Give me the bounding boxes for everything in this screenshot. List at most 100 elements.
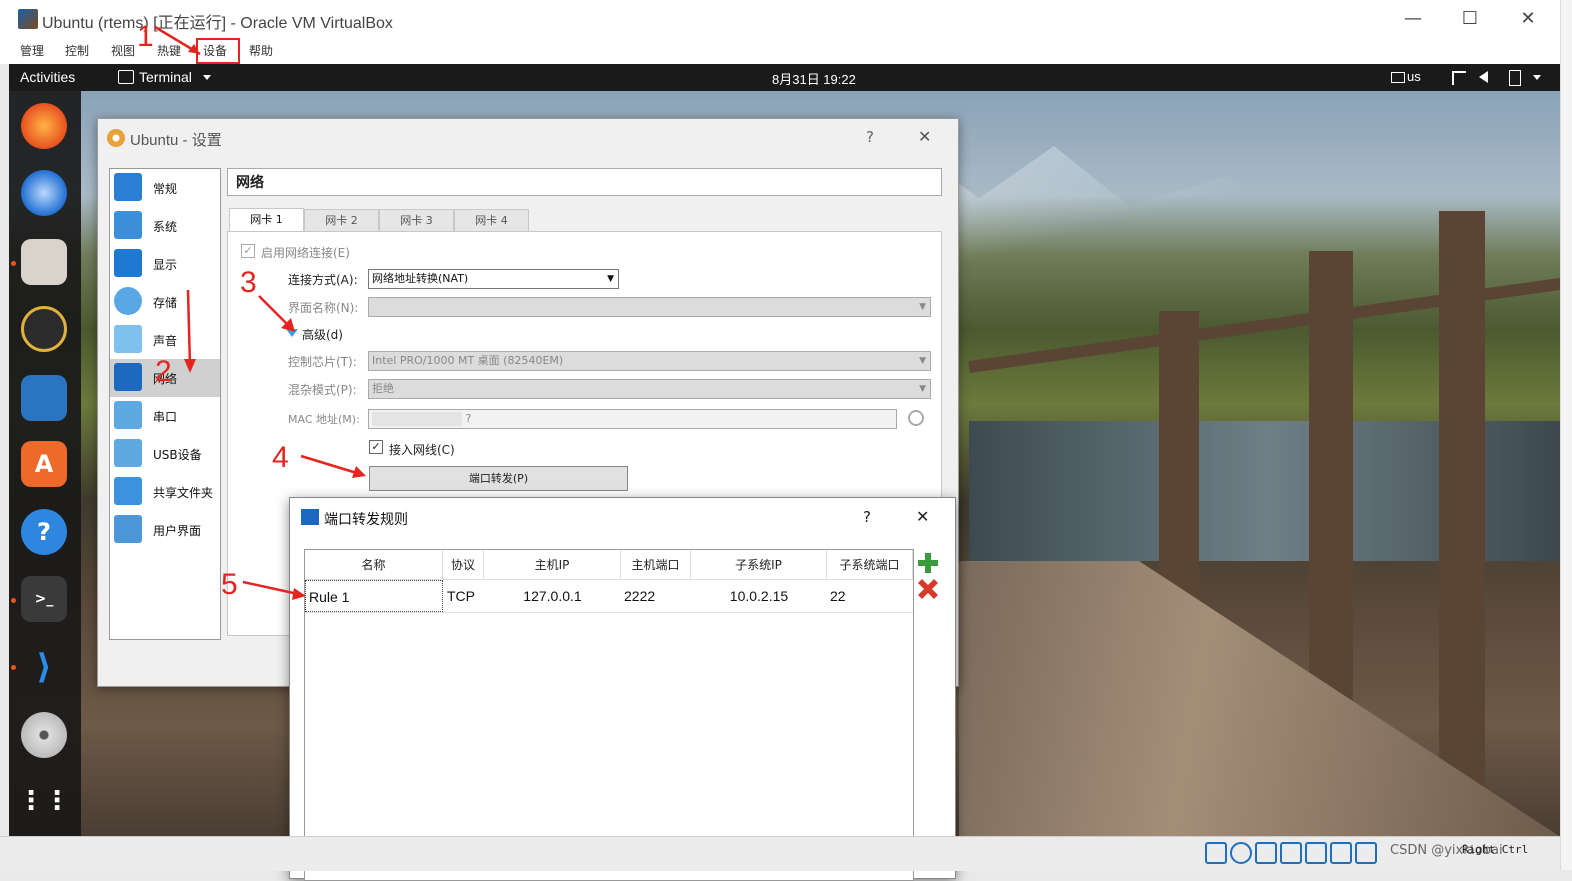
shared-folder-status-icon[interactable]	[1330, 842, 1352, 864]
settings-close-button[interactable]: ✕	[918, 127, 931, 146]
section-title: 网络	[227, 168, 942, 196]
sidebar-item-user-interface[interactable]: 用户界面	[110, 511, 220, 549]
network-adapter-icon	[301, 509, 319, 525]
software-icon[interactable]: A	[21, 441, 67, 487]
sidebar-item-general[interactable]: 常规	[110, 169, 220, 207]
sidebar-item-storage[interactable]: 存储	[110, 283, 220, 321]
column-header[interactable]: 子系统端口	[827, 550, 913, 580]
cable-connected-checkbox[interactable]: ✓	[369, 440, 383, 454]
guest-port-cell[interactable]: 22	[830, 580, 913, 612]
terminal-icon[interactable]: >_	[21, 576, 67, 622]
add-rule-icon[interactable]	[918, 553, 938, 573]
port-forwarding-title: 端口转发规则	[324, 512, 408, 528]
writer-icon[interactable]	[21, 375, 67, 421]
tab-adapter-4[interactable]: 网卡 4	[454, 209, 529, 231]
pf-help-button[interactable]: ?	[863, 508, 871, 526]
sidebar-item-serial[interactable]: 串口	[110, 397, 220, 435]
network-status-icon[interactable]	[1280, 842, 1302, 864]
sidebar-item-label: 用户界面	[153, 524, 202, 538]
network-icon[interactable]	[1452, 71, 1466, 85]
adapter-type-value: Intel PRO/1000 MT 桌面 (82540EM)	[372, 354, 564, 367]
enable-network-checkbox[interactable]: ✓	[241, 244, 255, 258]
system-icon	[114, 211, 142, 239]
sidebar-item-audio[interactable]: 声音	[110, 321, 220, 359]
promiscuous-select[interactable]: 拒绝 ▼	[368, 379, 931, 399]
port-forwarding-button[interactable]: 端口转发(P)	[369, 466, 628, 491]
close-button[interactable]: ✕	[1505, 6, 1551, 32]
terminal-app-menu[interactable]: Terminal	[139, 69, 192, 85]
right-edge-strip	[1560, 0, 1572, 870]
minimize-button[interactable]: —	[1390, 6, 1436, 32]
dropdown-arrow-icon: ▼	[607, 274, 614, 284]
hard-disk-icon[interactable]	[1205, 842, 1227, 864]
optical-drive-icon[interactable]	[1230, 842, 1252, 864]
vscode-icon[interactable]: ⟩	[21, 644, 67, 690]
help-icon[interactable]: ?	[21, 509, 67, 555]
settings-gear-icon	[107, 129, 125, 147]
clock[interactable]: 8月31日 19:22	[772, 69, 856, 88]
column-header[interactable]: 主机端口	[621, 550, 691, 580]
advanced-toggle[interactable]: 高级(d)	[302, 326, 343, 343]
display-status-icon[interactable]	[1355, 842, 1377, 864]
annotation-arrow-4	[300, 454, 366, 478]
sidebar-item-shared-folders[interactable]: 共享文件夹	[110, 473, 220, 511]
ubuntu-top-bar: Activities Terminal 8月31日 19:22 us	[9, 64, 1560, 91]
thunderbird-icon[interactable]	[21, 170, 67, 216]
menu-view[interactable]: 视图	[111, 42, 135, 59]
protocol-cell[interactable]: TCP	[447, 580, 484, 612]
show-apps-icon[interactable]: ⋮⋮	[18, 778, 70, 824]
terminal-small-icon	[118, 70, 134, 84]
adapter-type-select[interactable]: Intel PRO/1000 MT 桌面 (82540EM) ▼	[368, 351, 931, 371]
guest-ip-cell[interactable]: 10.0.2.15	[691, 580, 827, 612]
maximize-button[interactable]: ☐	[1447, 6, 1493, 32]
sidebar-item-system[interactable]: 系统	[110, 207, 220, 245]
column-header[interactable]: 协议	[443, 550, 484, 580]
pf-close-button[interactable]: ✕	[916, 507, 929, 526]
firefox-icon[interactable]	[21, 103, 67, 149]
tab-adapter-1[interactable]: 网卡 1	[229, 208, 304, 232]
name-select[interactable]: ▼	[368, 297, 931, 317]
annotation-arrow-5	[242, 580, 306, 600]
volume-icon[interactable]	[1479, 71, 1488, 83]
audio-status-icon[interactable]	[1255, 842, 1277, 864]
column-header[interactable]: 主机IP	[484, 550, 621, 580]
dropdown-arrow-icon: ▼	[919, 384, 926, 394]
sidebar-item-label: 存储	[153, 296, 178, 310]
usb-status-icon[interactable]	[1305, 842, 1327, 864]
settings-sidebar: 常规 系统 显示 存储 声音 网络 串口 USB设备 共享文件夹 用户界面	[109, 168, 221, 640]
attached-to-select[interactable]: 网络地址转换(NAT) ▼	[368, 269, 619, 289]
files-icon[interactable]	[21, 239, 67, 285]
tab-adapter-3[interactable]: 网卡 3	[379, 209, 454, 231]
port-forwarding-table: 名称 协议 主机IP 主机端口 子系统IP 子系统端口 Rule 1 TCP 1…	[304, 549, 914, 881]
refresh-mac-icon[interactable]	[908, 410, 924, 426]
column-header[interactable]: 名称	[305, 550, 443, 580]
menu-manage[interactable]: 管理	[20, 42, 44, 59]
column-header[interactable]: 子系统IP	[691, 550, 827, 580]
host-ip-cell[interactable]: 127.0.0.1	[484, 580, 621, 612]
annotation-arrow-3	[258, 295, 295, 332]
battery-icon[interactable]	[1509, 70, 1521, 86]
menu-control[interactable]: 控制	[65, 42, 89, 59]
activities-button[interactable]: Activities	[20, 69, 75, 85]
system-menu-chevron-icon[interactable]	[1533, 75, 1541, 80]
usb-icon	[114, 439, 142, 467]
attached-to-label: 连接方式(A):	[288, 273, 358, 287]
settings-help-button[interactable]: ?	[866, 128, 874, 146]
mac-address-value: ?	[465, 412, 472, 425]
rule-name-cell[interactable]: Rule 1	[305, 580, 443, 612]
remove-rule-icon[interactable]	[918, 579, 938, 599]
sidebar-item-usb[interactable]: USB设备	[110, 435, 220, 473]
keyboard-layout[interactable]: us	[1407, 69, 1421, 84]
sidebar-item-label: 常规	[153, 182, 178, 196]
chevron-down-icon	[203, 75, 211, 80]
enable-network-label: 启用网络连接(E)	[261, 246, 350, 260]
sidebar-item-label: 声音	[153, 334, 178, 348]
mac-address-field[interactable]: ?	[368, 409, 897, 429]
dvd-icon[interactable]	[21, 712, 67, 758]
rhythmbox-icon[interactable]	[21, 306, 67, 352]
host-port-cell[interactable]: 2222	[624, 580, 691, 612]
mac-address-label: MAC 地址(M):	[288, 413, 360, 426]
menu-help[interactable]: 帮助	[249, 42, 273, 59]
tab-adapter-2[interactable]: 网卡 2	[304, 209, 379, 231]
sidebar-item-display[interactable]: 显示	[110, 245, 220, 283]
